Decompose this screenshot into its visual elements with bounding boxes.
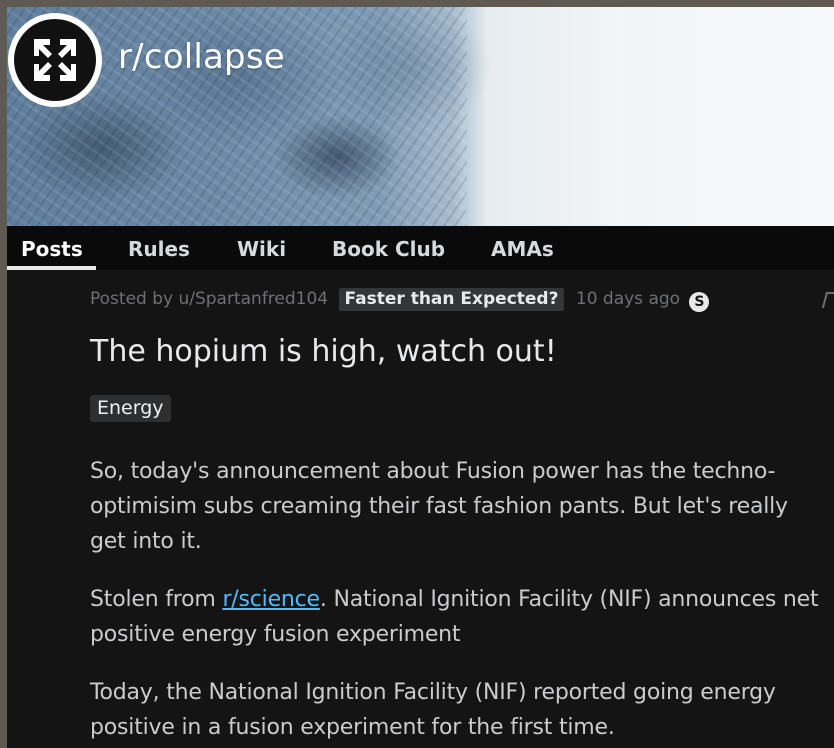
arrows-inward-icon — [14, 19, 96, 101]
subreddit-tabs: Posts Rules Wiki Book Club AMAs — [7, 226, 834, 270]
user-flair: Faster than Expected? — [338, 288, 565, 311]
tab-rules[interactable]: Rules — [128, 237, 190, 261]
page: r/collapse Posts Rules Wiki Book Club AM… — [7, 7, 834, 748]
post-time[interactable]: 10 days ago — [576, 289, 680, 309]
subreddit-name[interactable]: r/collapse — [118, 37, 285, 77]
share-icon[interactable] — [821, 292, 834, 308]
subreddit-logo[interactable] — [8, 13, 102, 107]
body-paragraph-1: So, today's announcement about Fusion po… — [90, 459, 788, 554]
post-meta: Posted by u/Spartanfred104 Faster than E… — [90, 288, 710, 312]
tab-posts[interactable]: Posts — [21, 237, 83, 261]
post[interactable]: Posted by u/Spartanfred104 Faster than E… — [7, 270, 834, 748]
body-paragraph-2: Stolen from r/science. National Ignition… — [90, 582, 825, 652]
body-paragraph-3: Today, the National Ignition Facility (N… — [90, 680, 776, 740]
subreddit-banner: r/collapse — [7, 7, 834, 226]
tab-wiki[interactable]: Wiki — [237, 237, 286, 261]
tab-amas[interactable]: AMAs — [491, 237, 554, 261]
posted-by[interactable]: Posted by u/Spartanfred104 — [90, 289, 328, 309]
paragraph-2-lead: Stolen from — [90, 587, 223, 612]
window-frame: r/collapse Posts Rules Wiki Book Club AM… — [0, 0, 834, 748]
post-title[interactable]: The hopium is high, watch out! — [90, 334, 557, 369]
post-flair[interactable]: Energy — [90, 395, 171, 422]
tab-book-club[interactable]: Book Club — [332, 237, 445, 261]
award-icon[interactable]: S — [689, 292, 710, 312]
post-body: So, today's announcement about Fusion po… — [90, 454, 825, 748]
subreddit-link[interactable]: r/science — [222, 587, 320, 612]
